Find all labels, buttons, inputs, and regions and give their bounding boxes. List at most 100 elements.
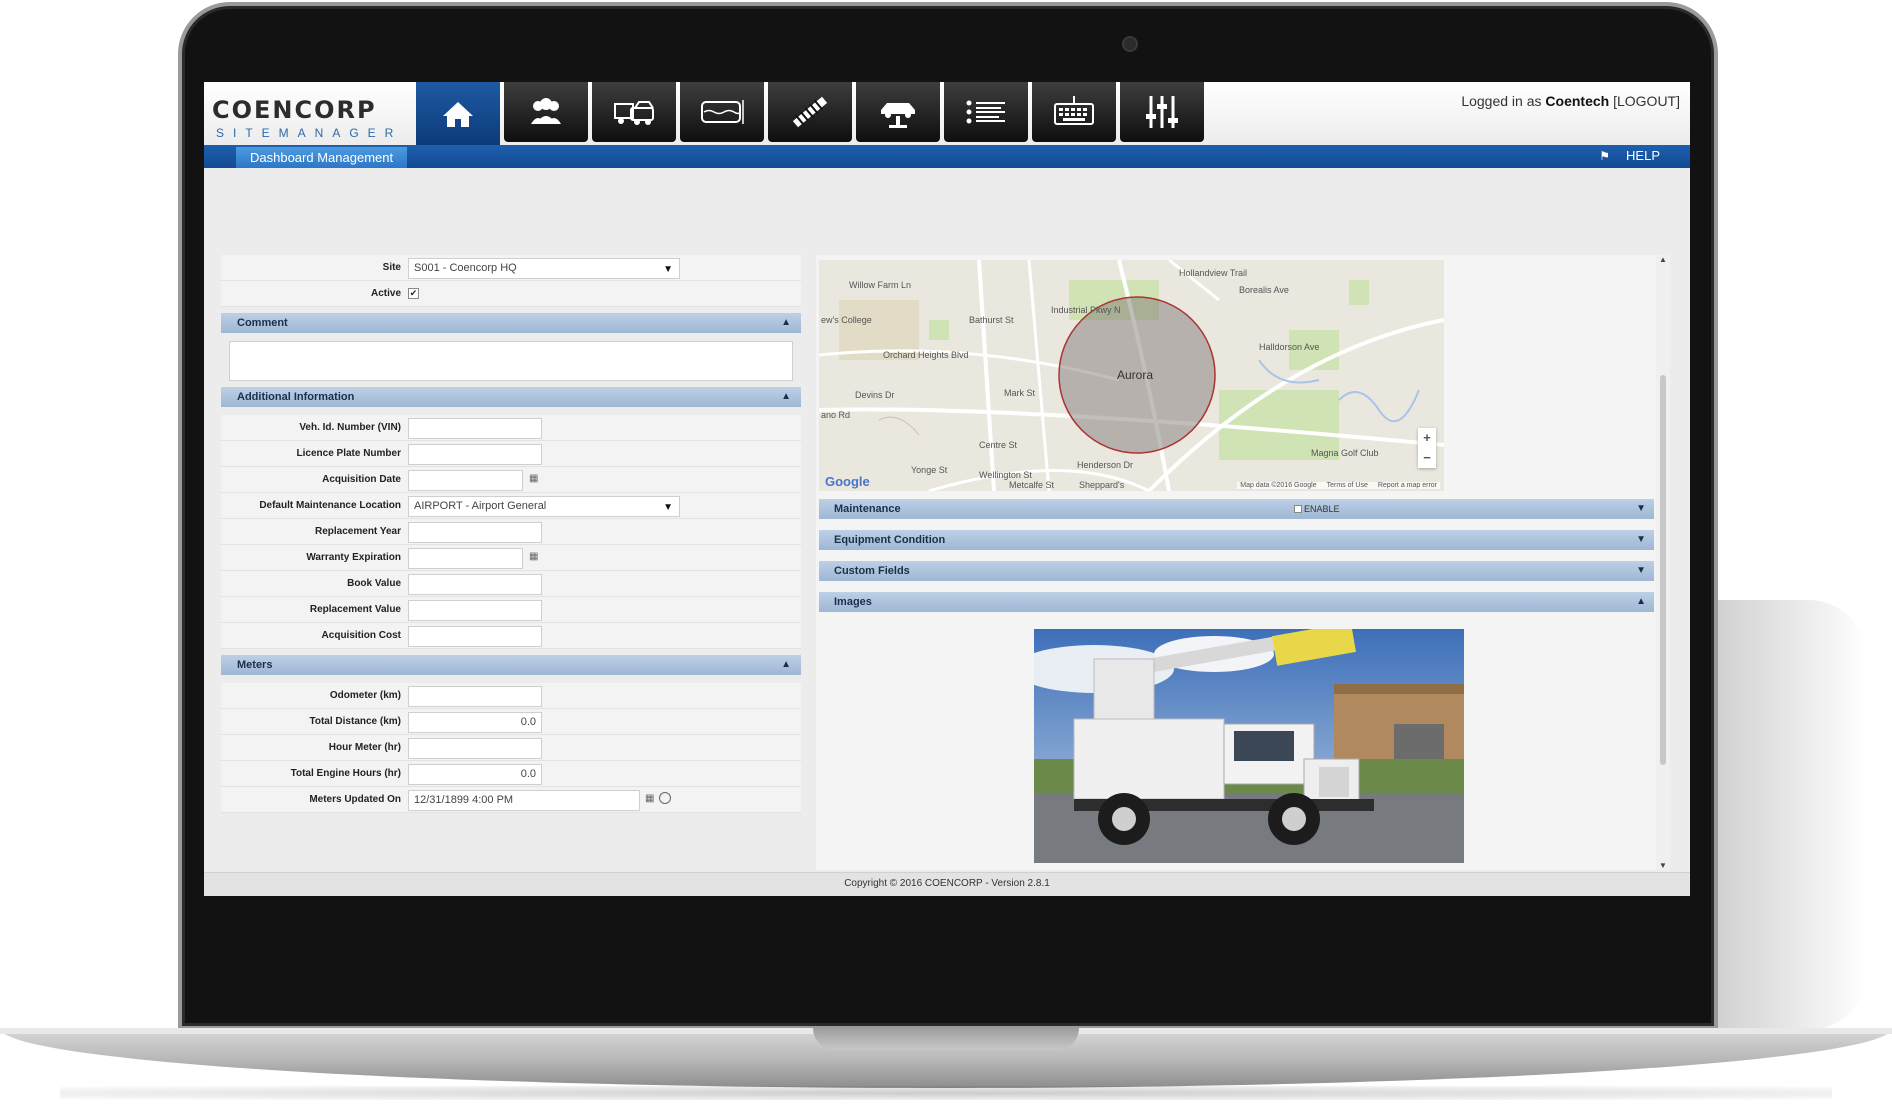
chevron-up-icon: ▲ xyxy=(1636,596,1646,607)
map-label-orchard: Orchard Heights Blvd xyxy=(883,350,969,360)
book-value-label: Book Value xyxy=(347,578,401,589)
vehicle-form-panel: Site S001 - Coencorp HQ ▼ Active ✔ Commen… xyxy=(221,255,801,845)
nav-tanks-button[interactable] xyxy=(680,82,764,142)
vin-input[interactable] xyxy=(408,418,542,439)
maintenance-location-label: Default Maintenance Location xyxy=(259,500,401,511)
help-link[interactable]: HELP xyxy=(1626,148,1660,163)
warranty-input[interactable] xyxy=(408,548,523,569)
nav-list-button[interactable] xyxy=(944,82,1028,142)
section-comment-header[interactable]: Comment ▲ xyxy=(221,313,801,333)
nav-users-button[interactable] xyxy=(504,82,588,142)
vehicle-lift-icon xyxy=(881,103,915,128)
nav-hoses-button[interactable] xyxy=(768,82,852,142)
meters-updated-label: Meters Updated On xyxy=(309,794,401,805)
comment-textarea[interactable] xyxy=(229,341,793,381)
map-label-college: ew's College xyxy=(821,315,872,325)
vehicle-detail-panel: Willow Farm Ln ew's College Orchard Heig… xyxy=(816,255,1656,870)
site-select[interactable]: S001 - Coencorp HQ ▼ xyxy=(408,258,680,279)
meters-updated-input[interactable]: 12/31/1899 4:00 PM xyxy=(408,790,640,811)
form-row-replacement-value: Replacement Value xyxy=(221,597,801,623)
map-terms-link[interactable]: Terms of Use xyxy=(1327,482,1368,489)
vertical-scrollbar[interactable]: ▲ ▼ xyxy=(1656,255,1670,870)
enable-checkbox[interactable] xyxy=(1294,505,1302,513)
keypad-icon xyxy=(1054,96,1094,125)
book-value-input[interactable] xyxy=(408,574,542,595)
zoom-out-button[interactable]: − xyxy=(1418,448,1436,468)
calendar-icon[interactable]: ▦ xyxy=(645,793,657,805)
clock-icon[interactable] xyxy=(659,792,671,804)
calendar-icon[interactable]: ▦ xyxy=(529,551,541,563)
map-label-metcalfe: Metcalfe St xyxy=(1009,480,1055,490)
replacement-value-input[interactable] xyxy=(408,600,542,621)
section-meters-title: Meters xyxy=(237,659,273,671)
site-value: S001 - Coencorp HQ xyxy=(414,262,517,274)
total-distance-label: Total Distance (km) xyxy=(309,716,402,727)
hour-meter-input[interactable] xyxy=(408,738,542,759)
form-row-hour-meter: Hour Meter (hr) xyxy=(221,735,801,761)
nav-settings-button[interactable] xyxy=(1120,82,1204,142)
vin-label: Veh. Id. Number (VIN) xyxy=(299,422,401,433)
section-meters-header[interactable]: Meters ▲ xyxy=(221,655,801,675)
flag-icon[interactable]: ⚑ xyxy=(1599,149,1610,163)
odometer-label: Odometer (km) xyxy=(329,690,401,701)
nav-home-button[interactable] xyxy=(416,82,500,145)
active-checkbox[interactable]: ✔ xyxy=(408,288,419,299)
acquisition-date-label: Acquisition Date xyxy=(322,474,401,485)
form-row-replacement-year: Replacement Year xyxy=(221,519,801,545)
acquisition-cost-input[interactable] xyxy=(408,626,542,647)
scroll-up-arrow-icon[interactable]: ▲ xyxy=(1659,255,1667,264)
map-label-borealis: Borealis Ave xyxy=(1239,285,1289,295)
form-row-plate: Licence Plate Number xyxy=(221,441,801,467)
section-custom-fields-header[interactable]: Custom Fields ▼ xyxy=(819,561,1654,581)
location-map[interactable]: Willow Farm Ln ew's College Orchard Heig… xyxy=(819,260,1444,491)
maintenance-location-value: AIRPORT - Airport General xyxy=(414,500,547,512)
section-images-title: Images xyxy=(834,596,872,608)
bucket-truck-image xyxy=(1034,629,1464,863)
enable-toggle[interactable]: ENABLE xyxy=(1294,499,1340,519)
map-report-error-link[interactable]: Report a map error xyxy=(1378,482,1437,489)
logo-wordmark: COENCORP xyxy=(212,96,377,124)
section-images-header[interactable]: Images ▲ xyxy=(819,592,1654,612)
acquisition-cost-label: Acquisition Cost xyxy=(321,630,401,641)
google-logo: Google xyxy=(825,474,870,489)
section-equipment-header[interactable]: Equipment Condition ▼ xyxy=(819,530,1654,550)
nav-lift-button[interactable] xyxy=(856,82,940,142)
help-area: ⚑ HELP xyxy=(1599,148,1660,163)
section-maintenance-header[interactable]: Maintenance ENABLE ▼ xyxy=(819,499,1654,519)
nav-vehicles-button[interactable] xyxy=(592,82,676,142)
map-label-industrial: Industrial Pkwy N xyxy=(1051,305,1121,315)
acquisition-date-input[interactable] xyxy=(408,470,523,491)
form-row-maintenance-location: Default Maintenance Location AIRPORT - A… xyxy=(221,493,801,519)
map-label-mark-st: Mark St xyxy=(1004,388,1036,398)
form-row-odometer: Odometer (km) xyxy=(221,683,801,709)
scrollbar-thumb[interactable] xyxy=(1660,375,1666,765)
replacement-value-label: Replacement Value xyxy=(309,604,401,615)
tab-dashboard-management[interactable]: Dashboard Management xyxy=(236,147,408,168)
map-attribution: Map data ©2016 Google Terms of Use Repor… xyxy=(1237,482,1440,489)
replacement-year-input[interactable] xyxy=(408,522,542,543)
map-label-centre-st: Centre St xyxy=(979,440,1018,450)
logout-link[interactable]: [LOGOUT] xyxy=(1613,93,1680,109)
nav-keypad-button[interactable] xyxy=(1032,82,1116,142)
total-distance-input[interactable]: 0.0 xyxy=(408,712,542,733)
engine-hours-input[interactable]: 0.0 xyxy=(408,764,542,785)
app-footer: Copyright © 2016 COENCORP - Version 2.8.… xyxy=(204,872,1690,896)
section-additional-title: Additional Information xyxy=(237,391,355,403)
plate-label: Licence Plate Number xyxy=(296,448,401,459)
enable-label: ENABLE xyxy=(1304,504,1340,514)
scroll-down-arrow-icon[interactable]: ▼ xyxy=(1659,861,1667,870)
odometer-input[interactable] xyxy=(408,686,542,707)
map-label-henderson: Henderson Dr xyxy=(1077,460,1134,470)
sub-navigation-bar: Dashboard Management ⚑ HELP xyxy=(204,145,1690,168)
vehicle-photo[interactable] xyxy=(1034,629,1464,863)
section-additional-header[interactable]: Additional Information ▲ xyxy=(221,387,801,407)
section-equipment-title: Equipment Condition xyxy=(834,534,946,546)
calendar-icon[interactable]: ▦ xyxy=(529,473,541,485)
warranty-label: Warranty Expiration xyxy=(306,552,401,563)
logo[interactable]: COENCORP SITEMANAGER xyxy=(208,96,418,140)
plate-input[interactable] xyxy=(408,444,542,465)
zoom-in-button[interactable]: + xyxy=(1418,428,1436,448)
webcam xyxy=(1122,36,1138,52)
map-label-halldorson: Halldorson Ave xyxy=(1259,342,1320,352)
maintenance-location-select[interactable]: AIRPORT - Airport General ▼ xyxy=(408,496,680,517)
